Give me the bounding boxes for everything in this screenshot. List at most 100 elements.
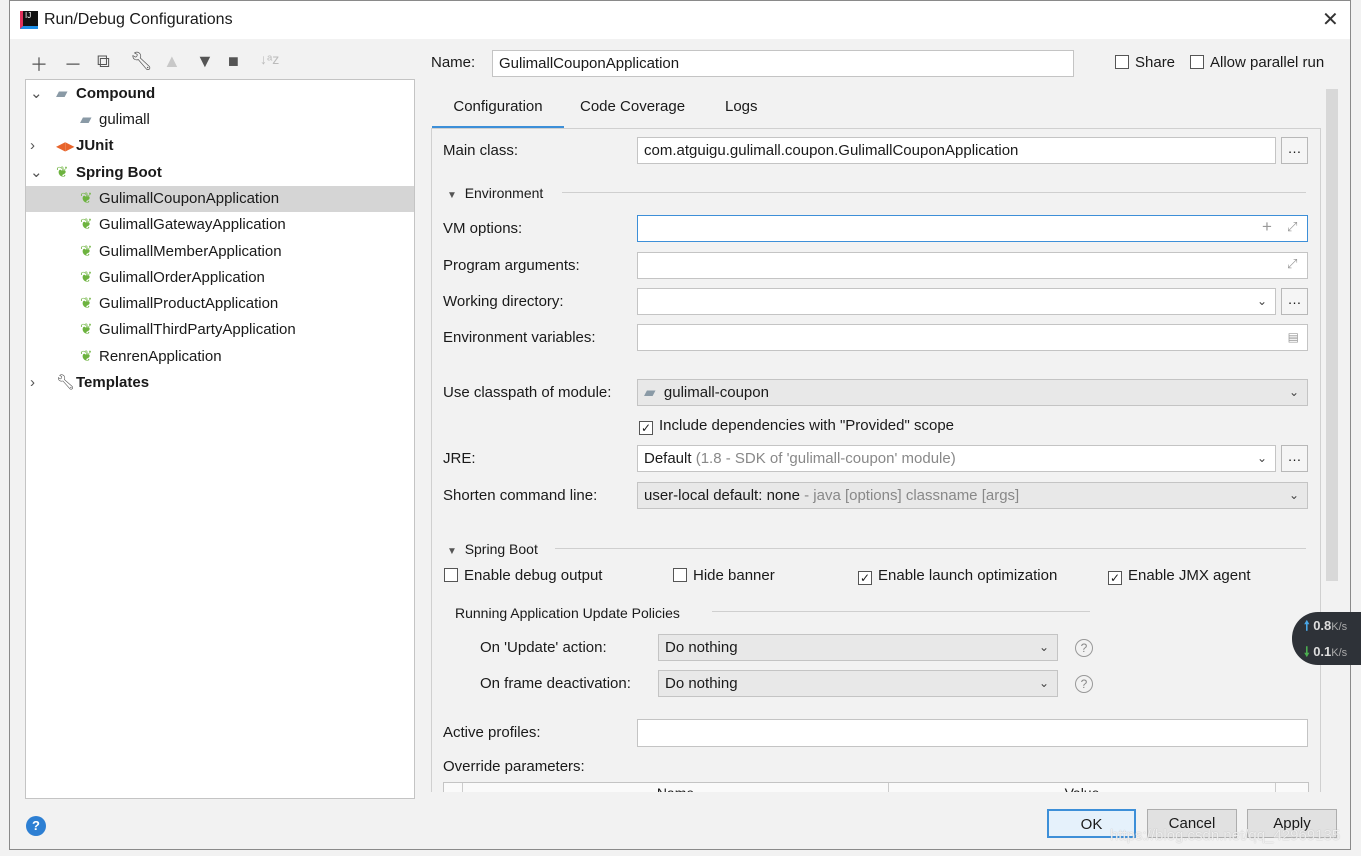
watermark: https://blog.csdn.net/qq_42969135 — [1110, 827, 1341, 844]
override-parameters-label: Override parameters: — [443, 758, 585, 775]
tree-item-templates[interactable]: › 🔧︎ Templates — [26, 370, 414, 396]
new-folder-icon[interactable]: ■ — [228, 51, 239, 72]
launch-optimization-checkbox[interactable]: ✓ Enable launch optimization — [858, 567, 1057, 585]
name-input[interactable]: GulimallCouponApplication — [492, 50, 1074, 77]
title-bar: IJ Run/Debug Configurations ✕ — [10, 1, 1350, 39]
environment-variables-label: Environment variables: — [443, 329, 596, 346]
wrench-icon[interactable]: 🔧︎ — [130, 51, 153, 72]
update-policies-heading: Running Application Update Policies — [455, 605, 680, 621]
checkbox-icon — [673, 568, 687, 582]
tab-configuration[interactable]: Configuration — [432, 98, 564, 129]
chevron-down-icon[interactable]: ⌄ — [1257, 289, 1267, 314]
tree-item-spring-boot[interactable]: ⌄ ❦ Spring Boot — [26, 160, 414, 186]
tab-code-coverage[interactable]: Code Coverage — [580, 98, 685, 116]
hide-banner-checkbox[interactable]: Hide banner — [673, 567, 775, 585]
close-icon[interactable]: ✕ — [1322, 7, 1339, 32]
spring-boot-icon: ❦ — [80, 348, 93, 365]
shorten-command-select[interactable]: user-local default: none - java [options… — [637, 482, 1308, 509]
update-action-label: On 'Update' action: — [480, 639, 607, 656]
help-icon[interactable]: ? — [1075, 639, 1093, 657]
junit-icon: ◀▶ — [56, 139, 75, 153]
spring-boot-icon: ❦ — [56, 164, 69, 181]
tree-item-junit[interactable]: › ◀▶ JUnit — [26, 133, 414, 159]
working-directory-input[interactable]: ⌄ — [637, 288, 1276, 315]
active-profiles-label: Active profiles: — [443, 724, 541, 741]
checkbox-checked-icon: ✓ — [858, 571, 872, 585]
help-icon[interactable]: ? — [1075, 675, 1093, 693]
config-tree[interactable]: ⌄ ▰ Compound ▰ gulimall › ◀▶ JUnit ⌄ ❦ Spring B… — [25, 79, 415, 799]
arrow-up-icon[interactable]: ▲ — [163, 51, 181, 72]
jre-label: JRE: — [443, 450, 476, 467]
jmx-agent-checkbox[interactable]: ✓ Enable JMX agent — [1108, 567, 1251, 585]
checkbox-icon — [444, 568, 458, 582]
plus-icon[interactable]: + — [1262, 217, 1272, 237]
name-label: Name: — [431, 54, 476, 71]
compound-icon: ▰ — [80, 111, 92, 128]
working-directory-label: Working directory: — [443, 293, 564, 310]
checkbox-icon — [1115, 55, 1129, 69]
tree-item-app[interactable]: ❦ GulimallThirdPartyApplication — [26, 317, 414, 343]
tab-logs[interactable]: Logs — [725, 98, 758, 116]
spring-boot-icon: ❦ — [80, 269, 93, 286]
checkbox-checked-icon: ✓ — [639, 421, 653, 435]
main-class-input[interactable]: com.atguigu.gulimall.coupon.GulimallCoup… — [637, 137, 1276, 164]
frame-deactivation-select[interactable]: Do nothing ⌄ — [658, 670, 1058, 697]
program-arguments-input[interactable] — [637, 252, 1308, 279]
column-header-name[interactable]: Name — [462, 783, 888, 792]
browse-main-class-button[interactable]: … — [1281, 137, 1308, 164]
spring-boot-icon: ❦ — [80, 321, 93, 338]
chevron-down-icon: ⌄ — [1288, 385, 1299, 399]
classpath-select[interactable]: ▰ gulimall-coupon ⌄ — [637, 379, 1308, 406]
spring-boot-icon: ❦ — [80, 243, 93, 260]
checkbox-icon — [1190, 55, 1204, 69]
chevron-down-icon: ⌄ — [1038, 640, 1049, 654]
browse-jre-button[interactable]: … — [1281, 445, 1308, 472]
copy-icon[interactable]: ⧉ — [97, 51, 110, 72]
tree-item-compound[interactable]: ⌄ ▰ Compound — [26, 81, 414, 107]
minus-icon[interactable]: － — [64, 51, 82, 77]
run-debug-dialog: IJ Run/Debug Configurations ✕ ＋ － ⧉ 🔧︎ ▲… — [9, 0, 1351, 850]
tree-item-app[interactable]: ❦ GulimallCouponApplication — [26, 186, 414, 212]
document-icon[interactable]: ▤ — [1288, 325, 1299, 350]
column-header-value[interactable]: Value — [888, 783, 1276, 792]
tree-item-app[interactable]: ❦ GulimallOrderApplication — [26, 265, 414, 291]
expand-icon[interactable]: ⤢ — [1287, 219, 1297, 235]
module-folder-icon: ▰ — [644, 384, 656, 401]
help-icon[interactable]: ? — [26, 816, 46, 836]
spring-boot-section[interactable]: ▼ Spring Boot — [447, 540, 538, 561]
expand-icon[interactable]: ⤢ — [1287, 256, 1297, 272]
compound-icon: ▰ — [56, 85, 68, 102]
tree-item-gulimall[interactable]: ▰ gulimall — [26, 107, 414, 133]
tree-item-app[interactable]: ❦ GulimallGatewayApplication — [26, 212, 414, 238]
tree-item-app[interactable]: ❦ GulimallProductApplication — [26, 291, 414, 317]
active-profiles-input[interactable] — [637, 719, 1308, 747]
include-dependencies-checkbox[interactable]: ✓ Include dependencies with "Provided" sc… — [639, 417, 954, 435]
vm-options-input[interactable] — [637, 215, 1308, 242]
program-arguments-label: Program arguments: — [443, 257, 580, 274]
plus-icon[interactable]: ＋ — [30, 51, 48, 77]
checkbox-checked-icon: ✓ — [1108, 571, 1122, 585]
tree-item-app[interactable]: ❦ GulimallMemberApplication — [26, 239, 414, 265]
window-title: Run/Debug Configurations — [44, 11, 233, 28]
override-parameters-table[interactable]: Name Value — [443, 782, 1309, 792]
chevron-down-icon: ⌄ — [1038, 676, 1049, 690]
share-checkbox[interactable]: Share — [1115, 54, 1175, 72]
classpath-label: Use classpath of module: — [443, 384, 612, 401]
spring-boot-icon: ❦ — [80, 295, 93, 312]
network-speed-widget: 🠕 0.8K/s 🠗 0.1K/s — [1292, 612, 1361, 665]
vm-options-label: VM options: — [443, 220, 523, 237]
arrow-down-icon[interactable]: ▼ — [196, 51, 214, 72]
scrollbar[interactable] — [1326, 89, 1338, 581]
update-action-select[interactable]: Do nothing ⌄ — [658, 634, 1058, 661]
browse-directory-button[interactable]: … — [1281, 288, 1308, 315]
intellij-logo-icon: IJ — [20, 11, 38, 29]
environment-variables-input[interactable]: ▤ — [637, 324, 1308, 351]
chevron-down-icon: ⌄ — [1256, 451, 1267, 465]
allow-parallel-checkbox[interactable]: Allow parallel run — [1190, 54, 1324, 72]
environment-section[interactable]: ▼ Environment — [447, 184, 543, 205]
tree-item-app[interactable]: ❦ RenrenApplication — [26, 344, 414, 370]
sort-alpha-icon[interactable]: ↓ᵃz — [260, 51, 279, 67]
main-class-label: Main class: — [443, 142, 519, 159]
jre-select[interactable]: Default (1.8 - SDK of 'gulimall-coupon' … — [637, 445, 1276, 472]
debug-output-checkbox[interactable]: Enable debug output — [444, 567, 602, 585]
